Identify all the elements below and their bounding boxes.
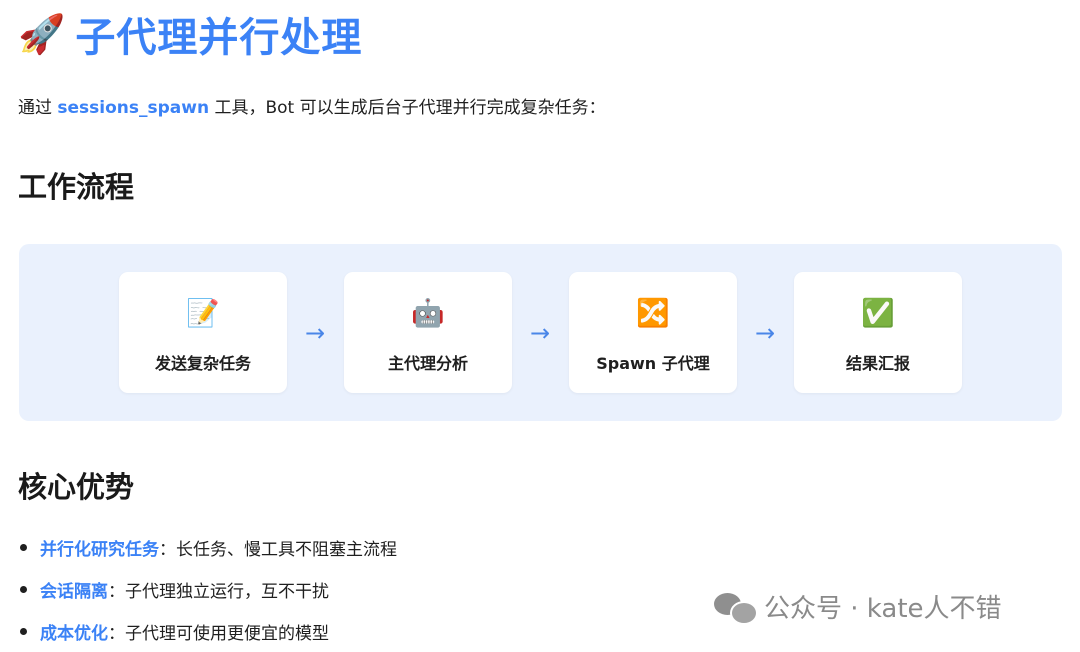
robot-icon: 🤖 xyxy=(411,298,445,329)
workflow-step-label: 结果汇报 xyxy=(845,354,910,373)
workflow-step-send-task: 📝 发送复杂任务 xyxy=(119,272,287,393)
workflow-heading: 工作流程 xyxy=(18,170,135,204)
workflow-step-label: Spawn 子代理 xyxy=(596,354,710,373)
advantage-term: 并行化研究任务 xyxy=(40,539,159,560)
intro-paragraph: 通过 sessions_spawn 工具，Bot 可以生成后台子代理并行完成复杂… xyxy=(18,96,606,120)
intro-prefix: 通过 xyxy=(18,98,58,118)
memo-icon: 📝 xyxy=(186,298,220,329)
right-arrow-icon: → xyxy=(754,319,776,347)
list-item: 成本优化 ：子代理可使用更便宜的模型 xyxy=(18,610,397,652)
workflow-panel: 📝 发送复杂任务 → 🤖 主代理分析 → 🔀 Spawn 子代理 → ✅ 结果汇… xyxy=(19,244,1062,421)
advantage-term: 成本优化 xyxy=(40,623,108,644)
workflow-step-label: 主代理分析 xyxy=(387,354,468,373)
advantages-list: 并行化研究任务 ：长任务、慢工具不阻塞主流程 会话隔离 ：子代理独立运行，互不干扰 … xyxy=(18,526,397,652)
intro-suffix: 工具，Bot 可以生成后台子代理并行完成复杂任务： xyxy=(209,98,606,118)
advantage-desc: ：子代理可使用更便宜的模型 xyxy=(108,623,329,644)
advantage-desc: ：子代理独立运行，互不干扰 xyxy=(108,581,329,602)
list-item: 会话隔离 ：子代理独立运行，互不干扰 xyxy=(18,568,397,610)
watermark-text: 公众号 · kate人不错 xyxy=(764,594,1002,624)
bullet-icon xyxy=(20,585,27,593)
page-title-text: 子代理并行处理 xyxy=(75,15,363,61)
workflow-step-report: ✅ 结果汇报 xyxy=(794,272,962,393)
shuffle-icon: 🔀 xyxy=(636,298,670,329)
bullet-icon xyxy=(20,543,27,551)
workflow-step-label: 发送复杂任务 xyxy=(154,354,251,373)
page-title: 🚀 子代理并行处理 xyxy=(18,6,362,62)
workflow-step-main-agent: 🤖 主代理分析 xyxy=(344,272,512,393)
check-mark-icon: ✅ xyxy=(861,298,895,329)
intro-keyword: sessions_spawn xyxy=(57,98,210,118)
advantages-heading: 核心优势 xyxy=(18,470,135,504)
rocket-icon: 🚀 xyxy=(18,12,66,56)
advantage-term: 会话隔离 xyxy=(40,581,108,602)
watermark: 公众号 · kate人不错 xyxy=(714,588,1002,625)
advantage-desc: ：长任务、慢工具不阻塞主流程 xyxy=(159,539,397,560)
right-arrow-icon: → xyxy=(304,319,326,347)
bullet-icon xyxy=(20,627,27,635)
wechat-icon xyxy=(714,590,758,625)
workflow-step-spawn: 🔀 Spawn 子代理 xyxy=(569,272,737,393)
list-item: 并行化研究任务 ：长任务、慢工具不阻塞主流程 xyxy=(18,526,397,568)
right-arrow-icon: → xyxy=(529,319,551,347)
